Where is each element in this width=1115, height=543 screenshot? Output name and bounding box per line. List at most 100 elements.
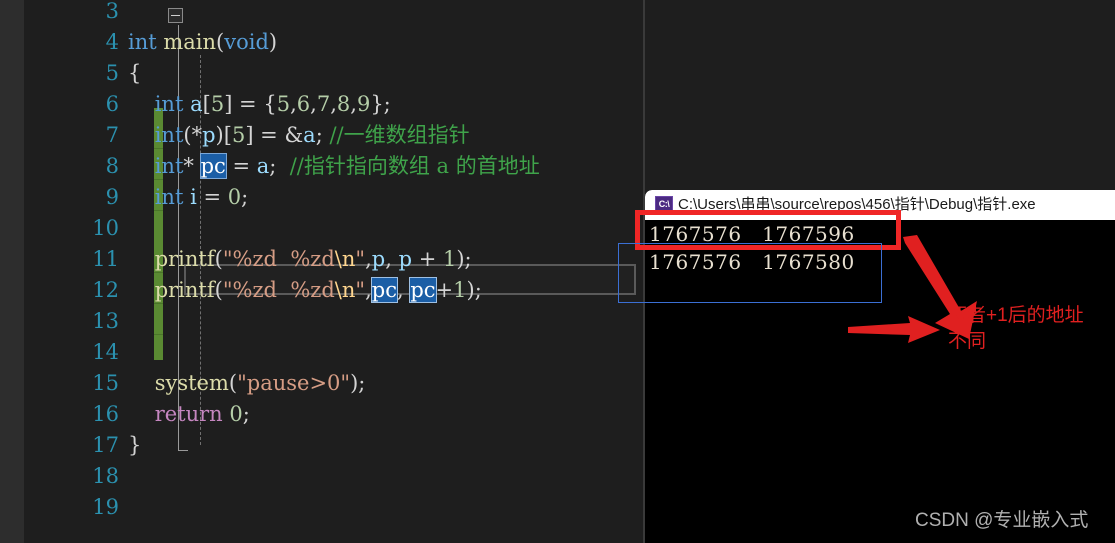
code-token: "	[355, 278, 366, 302]
code-token: system	[154, 371, 229, 395]
code-token: a	[256, 154, 270, 178]
console-titlebar[interactable]: C:\ C:\Users\串串\source\repos\456\指针\Debu…	[645, 190, 1115, 220]
code-line-text: int(*p)[5] = &a; //一维数组指针	[128, 120, 470, 151]
code-line[interactable]: 17}	[24, 430, 645, 461]
line-number: 17	[92, 433, 119, 457]
code-line[interactable]: 3	[24, 0, 645, 27]
code-token: ;	[269, 154, 290, 178]
code-line[interactable]: 15 system("pause>0");	[24, 368, 645, 399]
line-number: 4	[105, 30, 119, 54]
code-line[interactable]: 16 return 0;	[24, 399, 645, 430]
line-number: 10	[92, 216, 119, 240]
code-token: main	[163, 30, 217, 54]
code-token: //一维数组指针	[329, 123, 470, 147]
code-line[interactable]: 18	[24, 461, 645, 492]
console-window[interactable]: C:\ C:\Users\串串\source\repos\456\指针\Debu…	[645, 190, 1115, 543]
code-token: ,	[290, 92, 297, 116]
code-token: i	[190, 185, 197, 209]
code-token: "pause>0"	[237, 371, 351, 395]
code-token: int	[154, 154, 184, 178]
code-token: int	[154, 123, 184, 147]
code-token: 5	[231, 123, 246, 147]
code-token: )	[268, 30, 278, 54]
code-token: pc	[199, 153, 227, 179]
code-token: 9	[356, 92, 371, 116]
code-token: (*	[183, 123, 203, 147]
code-token: =	[196, 185, 228, 209]
code-line[interactable]: 11 printf("%zd %zd\n",p, p + 1);	[24, 244, 645, 275]
code-line[interactable]: 7 int(*p)[5] = &a; //一维数组指针	[24, 120, 645, 151]
code-line[interactable]: 5{	[24, 58, 645, 89]
code-token: pc	[370, 277, 398, 303]
code-token: =	[225, 154, 257, 178]
line-number: 11	[92, 247, 119, 271]
code-token: \n	[334, 278, 356, 302]
line-number: 19	[92, 495, 119, 519]
code-line[interactable]: 14	[24, 337, 645, 368]
code-token: int	[154, 92, 184, 116]
code-token: a	[190, 92, 203, 116]
code-line-text: int main(void)	[128, 27, 277, 58]
code-token: };	[370, 92, 391, 116]
code-token: void	[224, 30, 269, 54]
code-token: p	[202, 123, 216, 147]
code-token: 6	[296, 92, 311, 116]
code-token: ,	[365, 278, 372, 302]
code-line[interactable]: 12 printf("%zd %zd\n",pc, pc+1);	[24, 275, 645, 306]
line-number: 14	[92, 340, 119, 364]
code-token: 1	[442, 247, 457, 271]
code-line-text: {	[128, 58, 141, 89]
console-app-icon: C:\	[655, 196, 673, 213]
code-token: (	[214, 247, 223, 271]
code-line[interactable]: 4 int main(void)	[24, 27, 645, 58]
console-output-line: 1767576 1767596	[649, 222, 855, 246]
code-token: "%zd %zd	[222, 247, 335, 271]
code-line-text: int i = 0;	[128, 182, 249, 213]
visual-studio-window: 3 4 int main(void) 5{6 int a[5] = {5,6,7,8,…	[0, 0, 1115, 543]
code-token: 5	[276, 92, 291, 116]
code-line[interactable]: 13	[24, 306, 645, 337]
code-token: ,	[396, 278, 411, 302]
code-token: )[	[215, 123, 232, 147]
code-token: p	[371, 247, 386, 271]
code-line-text: }	[128, 430, 141, 461]
code-token: 8	[336, 92, 351, 116]
code-token: }	[128, 433, 142, 457]
code-token: ,	[365, 247, 372, 271]
code-token: ,	[385, 247, 399, 271]
line-number: 13	[92, 309, 119, 333]
code-token: //指针指向数组 a 的首地址	[289, 154, 540, 178]
code-token: 0	[227, 185, 242, 209]
code-token: ;	[241, 185, 249, 209]
code-token: 7	[316, 92, 331, 116]
code-token: int	[128, 30, 164, 54]
code-editor[interactable]: 3 4 int main(void) 5{6 int a[5] = {5,6,7,8,…	[24, 0, 645, 543]
code-line-text: printf("%zd %zd\n",pc, pc+1);	[128, 275, 482, 306]
code-token: 5	[210, 92, 225, 116]
line-number: 3	[105, 0, 119, 23]
code-token: +	[412, 247, 443, 271]
line-number: 15	[92, 371, 119, 395]
code-line[interactable]: 8 int* pc = a; //指针指向数组 a 的首地址	[24, 151, 645, 182]
code-token: return	[154, 402, 223, 426]
code-line[interactable]: 9 int i = 0;	[24, 182, 645, 213]
code-line[interactable]: 6 int a[5] = {5,6,7,8,9};	[24, 89, 645, 120]
code-token: );	[466, 278, 482, 302]
code-token: pc	[409, 277, 437, 303]
code-line[interactable]: 19	[24, 492, 645, 523]
line-number: 12	[92, 278, 119, 302]
code-token: +	[435, 278, 454, 302]
line-number: 18	[92, 464, 119, 488]
code-token: ,	[310, 92, 317, 116]
code-line-text: return 0;	[128, 399, 250, 430]
code-line[interactable]: 10	[24, 213, 645, 244]
code-token: "%zd %zd	[222, 278, 335, 302]
code-token: ;	[242, 402, 250, 426]
code-token: ] = &	[245, 123, 304, 147]
line-number: 6	[105, 92, 119, 116]
